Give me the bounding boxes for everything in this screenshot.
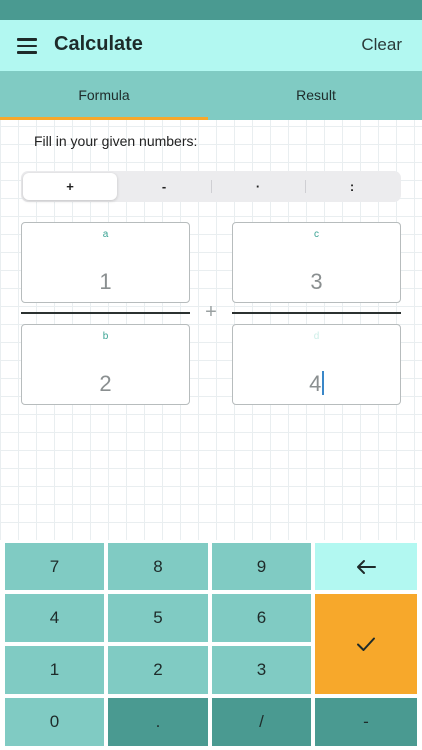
operator-symbol: +	[205, 301, 217, 323]
operation-multiply[interactable]: ·	[211, 173, 305, 200]
key-2[interactable]: 2	[108, 646, 208, 694]
denominator-d-field[interactable]: d 4	[232, 324, 401, 405]
operation-divide[interactable]: :	[305, 173, 399, 200]
key-8[interactable]: 8	[108, 543, 208, 590]
field-value-d: 4	[309, 371, 322, 396]
operation-selector: + - · :	[21, 171, 401, 202]
field-value-b: 2	[99, 371, 112, 396]
denominator-b-field[interactable]: b 2	[21, 324, 190, 405]
key-decimal[interactable]: .	[108, 698, 208, 746]
field-value-c: 3	[310, 269, 323, 294]
tab-result[interactable]: Result	[212, 71, 420, 120]
fraction-bar-left	[21, 312, 190, 314]
page-title: Calculate	[54, 33, 143, 55]
checkmark-icon	[357, 637, 375, 651]
key-9[interactable]: 9	[212, 543, 311, 590]
key-3[interactable]: 3	[212, 646, 311, 694]
key-6[interactable]: 6	[212, 594, 311, 642]
field-value-d-wrap: 4	[233, 371, 400, 397]
numerator-a-field[interactable]: a 1	[21, 222, 190, 303]
app-bar: Calculate Clear	[0, 20, 422, 71]
hamburger-menu-icon[interactable]	[17, 38, 37, 54]
instruction-text: Fill in your given numbers:	[34, 133, 198, 149]
key-minus[interactable]: -	[315, 698, 417, 746]
tab-indicator	[0, 117, 208, 120]
clear-button[interactable]: Clear	[361, 35, 402, 55]
status-bar	[0, 0, 422, 20]
key-4[interactable]: 4	[5, 594, 104, 642]
field-label-a: a	[102, 229, 109, 240]
fraction-bar-right	[232, 312, 401, 314]
numerator-c-field[interactable]: c 3	[232, 222, 401, 303]
key-1[interactable]: 1	[5, 646, 104, 694]
field-label-b: b	[102, 331, 109, 342]
key-5[interactable]: 5	[108, 594, 208, 642]
key-0[interactable]: 0	[5, 698, 104, 746]
field-label-c: c	[314, 229, 319, 240]
field-label-d: d	[313, 331, 320, 342]
operation-subtract[interactable]: -	[117, 173, 211, 200]
confirm-button[interactable]	[315, 594, 417, 694]
tab-formula[interactable]: Formula	[0, 71, 208, 120]
tab-bar: Formula Result	[0, 71, 422, 120]
numeric-keypad: 7 8 9 4 5 6 1 2 3 0 . / -	[0, 540, 422, 750]
field-value-a: 1	[99, 269, 112, 294]
text-caret	[322, 371, 324, 395]
arrow-left-icon	[357, 559, 376, 574]
key-7[interactable]: 7	[5, 543, 104, 590]
operation-add[interactable]: +	[23, 173, 117, 200]
backspace-button[interactable]	[315, 543, 417, 590]
key-slash[interactable]: /	[212, 698, 311, 746]
